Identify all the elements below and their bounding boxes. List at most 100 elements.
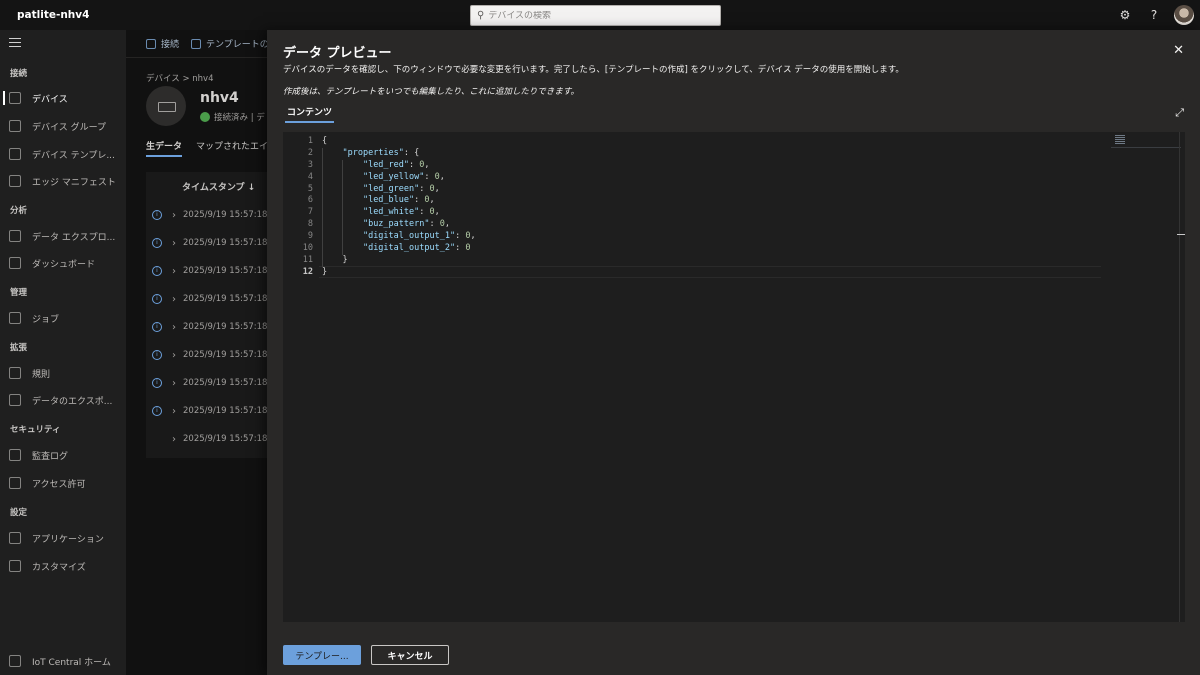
sidebar-item-customize[interactable]: カスタマイズ — [0, 555, 126, 577]
connect-icon — [146, 38, 156, 49]
chevron-right-icon[interactable]: › — [172, 266, 176, 277]
table-row[interactable]: i › 2025/9/19 15:57:18 — [146, 285, 270, 313]
sidebar-item-rules[interactable]: 規則 — [0, 362, 126, 384]
side-nav: 接続 デバイス デバイス グループ デバイス テンプレ... エッジ マニフェス… — [0, 30, 126, 675]
status-badge: 接続済み | デ — [200, 111, 265, 123]
code-line[interactable]: "properties": { — [322, 148, 476, 160]
code-line[interactable]: "led_yellow": 0, — [322, 172, 476, 184]
code-content[interactable]: { "properties": { "led_red": 0, "led_yel… — [322, 136, 476, 279]
table-row[interactable]: i › 2025/9/19 15:57:18 — [146, 397, 270, 425]
table-row[interactable]: i › 2025/9/19 15:57:18 — [146, 257, 270, 285]
json-editor[interactable]: 1 2 3 4 5 6 7 8 9 10 11 12 { "properties": { "led_r… — [283, 132, 1185, 622]
sidebar-item-label: エッジ マニフェスト — [32, 177, 116, 188]
jobs-icon — [9, 312, 21, 324]
table-row[interactable]: i › 2025/9/19 15:57:18 — [146, 229, 270, 257]
table-row[interactable]: i › 2025/9/19 15:57:18 — [146, 341, 270, 369]
sidebar-item-label: デバイス — [32, 94, 68, 105]
sidebar-item-label: ダッシュボード — [32, 259, 96, 270]
sidebar-item-label: データのエクスポ... — [32, 396, 113, 407]
hamburger-icon[interactable] — [9, 38, 21, 48]
chevron-right-icon[interactable]: › — [172, 406, 176, 417]
sidebar-item-audit-logs[interactable]: 監査ログ — [0, 444, 126, 466]
sidebar-item-edge-manifest[interactable]: エッジ マニフェスト — [0, 170, 126, 192]
code-line[interactable]: { — [322, 136, 476, 148]
code-line[interactable]: } — [322, 255, 476, 267]
table-row[interactable]: i › 2025/9/19 15:57:18 — [146, 313, 270, 341]
avatar[interactable] — [1174, 5, 1194, 25]
tab-content[interactable]: コンテンツ — [284, 105, 335, 123]
table-row[interactable]: i › 2025/9/19 15:57:18 — [146, 369, 270, 397]
edge-manifest-icon — [9, 175, 21, 187]
code-line[interactable]: "buz_pattern": 0, — [322, 219, 476, 231]
sidebar-item-data-explorer[interactable]: データ エクスプロ... — [0, 225, 126, 247]
create-template-button[interactable]: テンプレー... — [283, 645, 361, 665]
breadcrumb[interactable]: デバイス > nhv4 — [146, 72, 213, 84]
info-icon[interactable]: i — [152, 294, 162, 304]
info-icon[interactable]: i — [152, 210, 162, 220]
connect-command[interactable]: 接続 — [146, 37, 179, 50]
cancel-button[interactable]: キャンセル — [371, 645, 449, 665]
search-input[interactable] — [488, 10, 709, 21]
expand-icon[interactable]: ⤢ — [1175, 106, 1184, 120]
sidebar-item-dashboards[interactable]: ダッシュボード — [0, 252, 126, 274]
line-number: 12 — [302, 266, 313, 277]
code-line[interactable]: "led_blue": 0, — [322, 195, 476, 207]
info-icon[interactable]: i — [152, 350, 162, 360]
chevron-right-icon[interactable]: › — [172, 378, 176, 389]
chevron-right-icon[interactable]: › — [172, 322, 176, 333]
table-row[interactable]: i › 2025/9/19 15:57:18 — [146, 201, 270, 229]
code-line[interactable]: "led_green": 0, — [322, 184, 476, 196]
devices-icon — [9, 92, 21, 104]
chevron-right-icon[interactable]: › — [172, 434, 176, 445]
chevron-right-icon[interactable]: › — [172, 294, 176, 305]
code-line[interactable]: } — [322, 267, 476, 279]
sidebar-item-jobs[interactable]: ジョブ — [0, 307, 126, 329]
manage-template-command[interactable]: テンプレートの管 — [191, 37, 278, 50]
sidebar-item-data-export[interactable]: データのエクスポ... — [0, 389, 126, 411]
sidebar-item-label: データ エクスプロ... — [32, 232, 116, 243]
device-icon — [146, 86, 186, 126]
panel-note: 作成後は、テンプレートをいつでも編集したり、これに追加したりできます。 — [283, 87, 580, 97]
code-line[interactable]: "digital_output_1": 0, — [322, 231, 476, 243]
code-line[interactable]: "led_white": 0, — [322, 207, 476, 219]
sidebar-item-label: デバイス テンプレ... — [32, 150, 115, 161]
app-title[interactable]: patlite-nhv4 — [17, 9, 89, 21]
nav-section-analytics: 分析 — [10, 206, 28, 216]
tab-mapped-aliases[interactable]: マップされたエイ — [196, 139, 268, 152]
sidebar-item-iot-central-home[interactable]: IoT Central ホーム — [0, 650, 126, 672]
sidebar-item-devices[interactable]: デバイス — [0, 87, 126, 109]
info-icon[interactable]: i — [152, 238, 162, 248]
sidebar-item-label: IoT Central ホーム — [32, 657, 111, 668]
table-row[interactable]: › 2025/9/19 15:57:18 — [146, 425, 270, 453]
panel-description: デバイスのデータを確認し、下のウィンドウで必要な変更を行います。完了したら、[テ… — [283, 65, 904, 75]
sidebar-item-label: 監査ログ — [32, 451, 69, 462]
sidebar-item-device-templates[interactable]: デバイス テンプレ... — [0, 143, 126, 165]
code-line[interactable]: "led_red": 0, — [322, 160, 476, 172]
line-number: 7 — [307, 207, 313, 218]
chevron-right-icon[interactable]: › — [172, 350, 176, 361]
sidebar-item-device-groups[interactable]: デバイス グループ — [0, 115, 126, 137]
tab-raw-data[interactable]: 生データ — [146, 139, 183, 157]
column-header-timestamp[interactable]: タイムスタンプ ↓ — [182, 180, 255, 193]
line-number: 8 — [307, 219, 313, 230]
sidebar-item-application[interactable]: アプリケーション — [0, 527, 126, 549]
gear-icon[interactable]: ⚙ — [1118, 8, 1132, 22]
vertical-scrollbar[interactable] — [1177, 132, 1185, 622]
close-icon[interactable]: ✕ — [1173, 43, 1184, 58]
chevron-right-icon[interactable]: › — [172, 238, 176, 249]
sidebar-item-label: デバイス グループ — [32, 122, 107, 133]
chevron-right-icon[interactable]: › — [172, 210, 176, 221]
minimap[interactable] — [1111, 132, 1181, 148]
code-line[interactable]: "digital_output_2": 0 — [322, 243, 476, 255]
info-icon[interactable]: i — [152, 406, 162, 416]
info-icon[interactable]: i — [152, 322, 162, 332]
line-number: 3 — [307, 159, 313, 170]
customize-icon — [9, 560, 21, 572]
sidebar-item-permissions[interactable]: アクセス許可 — [0, 472, 126, 494]
help-icon[interactable]: ? — [1147, 8, 1161, 22]
chart-icon — [9, 230, 21, 242]
info-icon[interactable]: i — [152, 266, 162, 276]
sidebar-item-label: アクセス許可 — [32, 479, 86, 490]
search-box[interactable]: ⚲ — [470, 5, 721, 26]
info-icon[interactable]: i — [152, 378, 162, 388]
